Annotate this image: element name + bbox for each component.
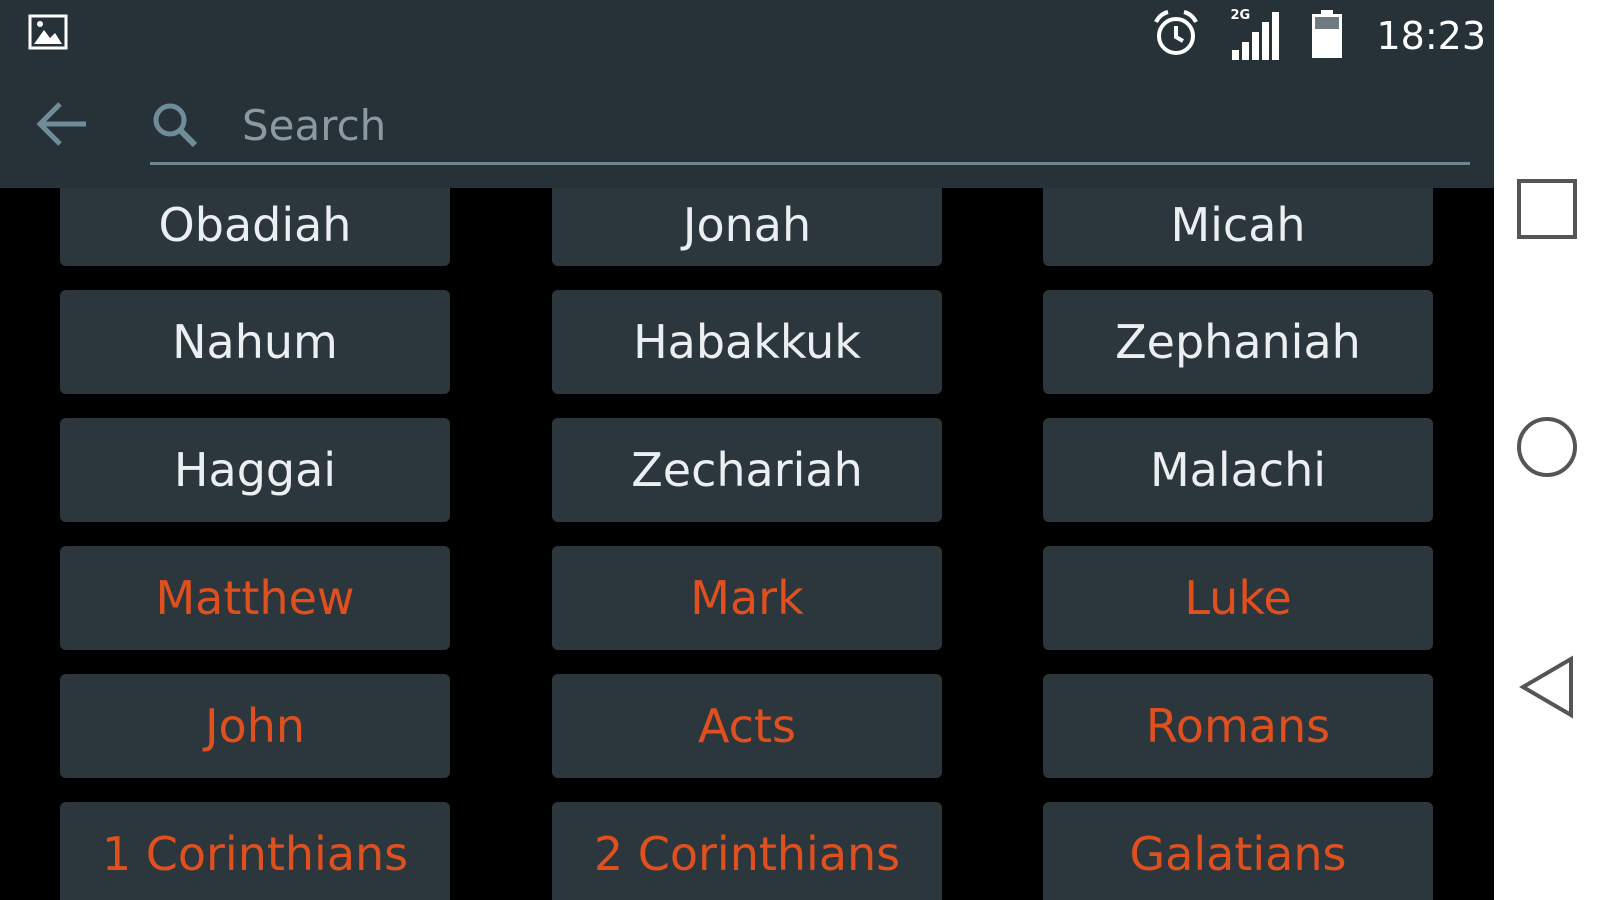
book-button[interactable]: Acts <box>552 674 942 778</box>
book-button[interactable]: 2 Corinthians <box>552 802 942 900</box>
book-button[interactable]: Obadiah <box>60 188 450 266</box>
book-button[interactable]: Romans <box>1043 674 1433 778</box>
battery-icon <box>1310 8 1344 65</box>
book-button[interactable]: Luke <box>1043 546 1433 650</box>
book-button[interactable]: Zechariah <box>552 418 942 522</box>
book-button[interactable]: John <box>60 674 450 778</box>
network-type-label: 2G <box>1230 8 1251 23</box>
status-icons: 2G 18:23 <box>1150 0 1486 72</box>
book-button[interactable]: Galatians <box>1043 802 1433 900</box>
system-back-button[interactable] <box>1512 654 1582 724</box>
home-icon <box>1515 415 1579 484</box>
book-button[interactable]: Matthew <box>60 546 450 650</box>
bible-books-screen: 2G 18:23 Search Obadiah Jonah Micah Nahu… <box>0 0 1494 900</box>
back-button[interactable] <box>30 94 94 158</box>
book-button[interactable]: Malachi <box>1043 418 1433 522</box>
signal-icon: 2G <box>1228 8 1284 64</box>
recents-button[interactable] <box>1512 176 1582 246</box>
recents-icon <box>1517 178 1577 244</box>
status-time: 18:23 <box>1376 14 1486 58</box>
gallery-icon <box>28 14 68 50</box>
book-button[interactable]: Nahum <box>60 290 450 394</box>
book-button[interactable]: 1 Corinthians <box>60 802 450 900</box>
alarm-icon <box>1150 8 1202 65</box>
book-button[interactable]: Zephaniah <box>1043 290 1433 394</box>
arrow-left-icon <box>34 99 90 154</box>
book-button[interactable]: Haggai <box>60 418 450 522</box>
search-icon <box>150 100 200 150</box>
status-bar: 2G 18:23 <box>0 0 1494 72</box>
search-bar <box>150 86 1470 165</box>
back-nav-icon <box>1517 655 1577 724</box>
book-grid: Obadiah Jonah Micah Nahum Habakkuk Zepha… <box>0 188 1494 900</box>
search-toolbar <box>0 72 1494 188</box>
system-nav-bar <box>1494 0 1600 900</box>
home-button[interactable] <box>1512 414 1582 484</box>
search-input[interactable] <box>240 94 1444 156</box>
book-button[interactable]: Habakkuk <box>552 290 942 394</box>
book-button[interactable]: Micah <box>1043 188 1433 266</box>
book-button[interactable]: Jonah <box>552 188 942 266</box>
book-button[interactable]: Mark <box>552 546 942 650</box>
